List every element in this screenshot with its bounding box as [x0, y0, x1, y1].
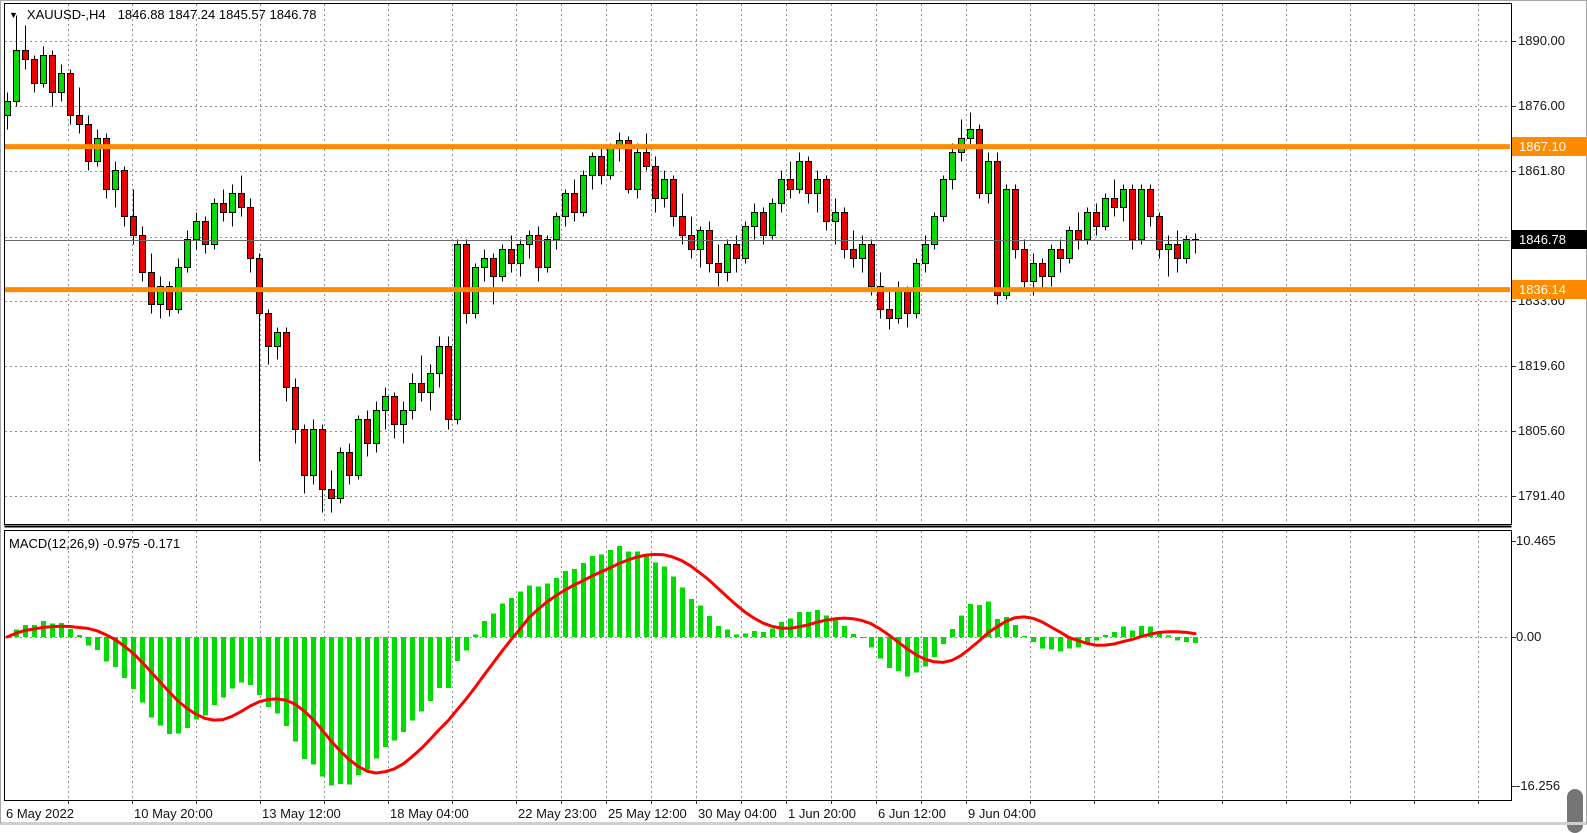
chart-title: ▼ XAUUSD-,H4 1846.88 1847.24 1845.57 184… — [9, 7, 316, 22]
chart-canvas[interactable] — [0, 0, 1587, 825]
time-tick-label: 22 May 23:00 — [518, 806, 597, 822]
time-tick-label: 13 May 12:00 — [262, 806, 341, 822]
chart-dropdown-arrow-icon[interactable]: ▼ — [9, 10, 18, 20]
price-tick-label: 1861.80 — [1518, 163, 1565, 179]
macd-tick-label: 10.465 — [1516, 533, 1556, 549]
time-tick-label: 6 May 2022 — [6, 806, 74, 822]
level-price-box: 1836.14 — [1512, 280, 1587, 299]
time-tick-label: 18 May 04:00 — [390, 806, 469, 822]
level-price-box: 1867.10 — [1512, 137, 1587, 156]
chart-ohlc-values: 1846.88 1847.24 1845.57 1846.78 — [118, 7, 317, 22]
price-tick-label: 1791.40 — [1518, 488, 1565, 504]
macd-tick-label: 0.00 — [1516, 629, 1541, 645]
macd-tick-label: -16.256 — [1516, 778, 1560, 794]
chart-symbol-period: XAUUSD-,H4 — [27, 7, 106, 22]
price-axis[interactable] — [1512, 3, 1587, 800]
price-tick-label: 1890.00 — [1518, 33, 1565, 49]
price-tick-label: 1876.00 — [1518, 98, 1565, 114]
time-tick-label: 1 Jun 20:00 — [788, 806, 856, 822]
macd-indicator-label: MACD(12,26,9) -0.975 -0.171 — [9, 536, 180, 551]
trading-terminal-window: { "header": { "dropdown_icon": "▼", "sym… — [0, 0, 1587, 825]
price-tick-label: 1819.60 — [1518, 358, 1565, 374]
price-tick-label: 1805.60 — [1518, 423, 1565, 439]
current-price-box: 1846.78 — [1512, 230, 1587, 249]
candlestick-series — [5, 16, 1199, 513]
time-tick-label: 6 Jun 12:00 — [878, 806, 946, 822]
macd-histogram — [5, 546, 1198, 785]
time-tick-label: 25 May 12:00 — [608, 806, 687, 822]
vertical-scrollbar-thumb[interactable] — [1567, 789, 1583, 833]
time-tick-label: 30 May 04:00 — [698, 806, 777, 822]
time-tick-label: 10 May 20:00 — [134, 806, 213, 822]
time-tick-label: 9 Jun 04:00 — [968, 806, 1036, 822]
